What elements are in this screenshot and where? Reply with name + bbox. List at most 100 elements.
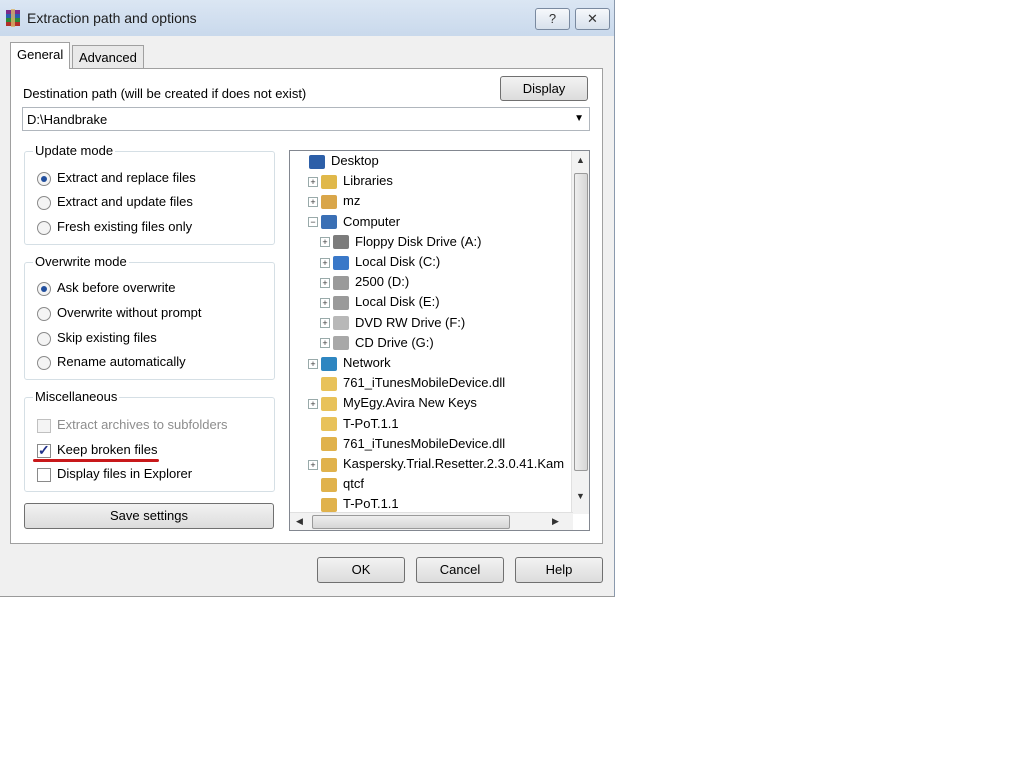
scroll-thumb-vertical[interactable] bbox=[574, 173, 588, 471]
windows-drive-icon bbox=[333, 255, 349, 270]
expand-icon[interactable]: + bbox=[320, 318, 330, 329]
radio-dot[interactable] bbox=[37, 171, 51, 186]
radio-skip-existing[interactable]: Skip existing files bbox=[37, 330, 157, 348]
radio-dot[interactable] bbox=[37, 281, 51, 296]
expand-icon[interactable]: + bbox=[320, 237, 330, 248]
check-display-explorer[interactable]: Display files in Explorer bbox=[37, 466, 192, 484]
ok-button[interactable]: OK bbox=[317, 557, 405, 583]
tree-item[interactable]: T-PoT.1.1 bbox=[308, 414, 399, 434]
close-button[interactable]: ✕ bbox=[575, 8, 610, 30]
tree-item[interactable]: + MyEgy.Avira New Keys bbox=[308, 393, 477, 413]
expand-icon[interactable]: + bbox=[320, 338, 330, 349]
expand-icon[interactable]: + bbox=[308, 358, 318, 369]
radio-extract-update[interactable]: Extract and update files bbox=[37, 194, 193, 212]
cd-icon bbox=[333, 336, 349, 351]
winrar-icon bbox=[6, 9, 20, 27]
radio-dot[interactable] bbox=[37, 195, 51, 210]
tree-item[interactable]: 761_iTunesMobileDevice.dll bbox=[308, 434, 505, 454]
destination-path-value: D:\Handbrake bbox=[27, 112, 108, 127]
tree-item[interactable]: +2500 (D:) bbox=[320, 272, 409, 292]
tab-general[interactable]: General bbox=[10, 42, 71, 69]
tree-item[interactable]: + CD Drive (G:) bbox=[320, 333, 434, 353]
tree-item[interactable]: − Computer bbox=[308, 212, 400, 232]
radio-dot[interactable] bbox=[37, 355, 51, 370]
tree-item[interactable]: + Local Disk (E:) bbox=[320, 292, 440, 312]
option-label: Rename automatically bbox=[57, 354, 186, 369]
network-icon bbox=[321, 356, 337, 371]
chevron-down-icon[interactable]: ▼ bbox=[574, 113, 584, 124]
tree-item-label: T-PoT.1.1 bbox=[343, 496, 399, 512]
tree-item[interactable]: + Floppy Disk Drive (A:) bbox=[320, 232, 481, 252]
tree-item-label: Kaspersky.Trial.Resetter.2.3.0.41.Kam bbox=[343, 456, 565, 471]
tree-item[interactable]: + Libraries bbox=[308, 171, 393, 191]
scroll-down-icon[interactable]: ▼ bbox=[576, 491, 585, 501]
horizontal-scrollbar[interactable]: ◀ ▶ bbox=[290, 512, 573, 530]
expand-icon[interactable]: + bbox=[320, 297, 330, 308]
folder-icon bbox=[321, 417, 337, 432]
checkbox[interactable]: ✓ bbox=[37, 441, 51, 458]
expand-icon[interactable]: + bbox=[308, 176, 318, 187]
tab-advanced[interactable]: Advanced bbox=[72, 45, 144, 69]
tree-item-label: Libraries bbox=[343, 173, 393, 189]
check-extract-subfolders[interactable]: Extract archives to subfolders bbox=[37, 417, 228, 435]
expand-icon[interactable]: + bbox=[320, 257, 330, 268]
expand-icon[interactable]: + bbox=[308, 459, 318, 470]
scroll-left-icon[interactable]: ◀ bbox=[296, 516, 303, 527]
computer-icon bbox=[321, 215, 337, 230]
save-settings-button[interactable]: Save settings bbox=[24, 503, 274, 529]
cancel-button[interactable]: Cancel bbox=[416, 557, 504, 583]
desktop-icon bbox=[309, 154, 325, 169]
title-bar: Extraction path and options ? ✕ bbox=[0, 0, 614, 36]
tree-item-label: CD Drive (G:) bbox=[355, 334, 434, 350]
expand-icon[interactable]: + bbox=[320, 277, 330, 288]
zip-folder-icon bbox=[321, 477, 337, 492]
tree-item[interactable]: + DVD RW Drive (F:) bbox=[320, 313, 465, 333]
tree-item[interactable]: qtcf bbox=[308, 474, 364, 494]
option-label: Overwrite without prompt bbox=[57, 305, 202, 320]
destination-path-combo[interactable]: D:\Handbrake ▼ bbox=[22, 107, 590, 131]
help-title-button[interactable]: ? bbox=[535, 8, 570, 30]
update-mode-group: Update mode Extract and replace files Ex… bbox=[24, 143, 275, 245]
radio-ask-before[interactable]: Ask before overwrite bbox=[37, 280, 176, 298]
tree-item[interactable]: Desktop bbox=[296, 151, 379, 171]
extraction-dialog: Extraction path and options ? ✕ General … bbox=[0, 0, 615, 597]
tree-item[interactable]: + mz bbox=[308, 191, 360, 211]
expand-icon[interactable]: + bbox=[308, 398, 318, 409]
vertical-scrollbar[interactable]: ▲ ▼ bbox=[571, 151, 589, 514]
folder-icon bbox=[321, 376, 337, 391]
radio-dot[interactable] bbox=[37, 331, 51, 346]
checkbox[interactable] bbox=[37, 418, 51, 433]
drive-icon bbox=[333, 295, 349, 310]
tree-item-label: Desktop bbox=[331, 153, 379, 168]
check-keep-broken[interactable]: ✓ Keep broken files bbox=[37, 442, 157, 460]
tree-item[interactable]: + Network bbox=[308, 353, 391, 373]
tree-item-label: DVD RW Drive (F:) bbox=[355, 314, 466, 330]
tree-item-label: T-PoT.1.1 bbox=[343, 415, 399, 431]
folder-tree[interactable]: Desktop + Libraries + mz − Computer + Floppy Dis… bbox=[289, 150, 590, 531]
expand-icon[interactable]: + bbox=[308, 196, 318, 207]
help-button[interactable]: Help bbox=[515, 557, 603, 583]
scroll-thumb-horizontal[interactable] bbox=[312, 515, 510, 529]
misc-group: Miscellaneous Extract archives to subfol… bbox=[24, 389, 275, 492]
radio-overwrite-without-prompt[interactable]: Overwrite without prompt bbox=[37, 305, 202, 323]
tree-item[interactable]: + Local Disk (C:) bbox=[320, 252, 440, 272]
tree-item[interactable]: 761_iTunesMobileDevice.dll bbox=[308, 373, 505, 393]
tree-item[interactable]: + Kaspersky.Trial.Resetter.2.3.0.41.Kam bbox=[308, 454, 564, 474]
radio-dot[interactable] bbox=[37, 306, 51, 321]
tree-item-label: qtcf bbox=[343, 476, 364, 492]
radio-extract-replace[interactable]: Extract and replace files bbox=[37, 170, 196, 188]
folder-icon bbox=[321, 396, 337, 411]
tree-item-label: mz bbox=[343, 193, 361, 209]
radio-rename-auto[interactable]: Rename automatically bbox=[37, 354, 186, 372]
display-button[interactable]: Display bbox=[500, 76, 588, 101]
collapse-icon[interactable]: − bbox=[308, 217, 318, 228]
scroll-up-icon[interactable]: ▲ bbox=[576, 155, 585, 165]
checkbox[interactable] bbox=[37, 467, 51, 482]
radio-dot[interactable] bbox=[37, 220, 51, 235]
window-title: Extraction path and options bbox=[27, 10, 197, 26]
tree-item-label: Computer bbox=[343, 213, 401, 229]
radio-fresh-existing[interactable]: Fresh existing files only bbox=[37, 219, 192, 237]
check-mark-icon: ✓ bbox=[38, 441, 50, 458]
destination-label: Destination path (will be created if doe… bbox=[23, 86, 307, 101]
scroll-right-icon[interactable]: ▶ bbox=[552, 516, 559, 527]
